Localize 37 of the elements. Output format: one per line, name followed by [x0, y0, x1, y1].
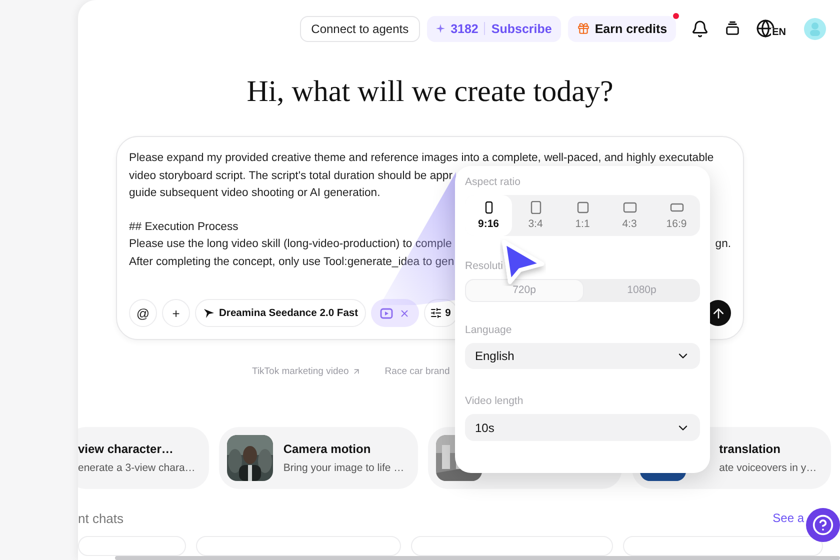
length-select[interactable]: 10s — [465, 414, 700, 441]
page-heading: Hi, what will we create today? — [246, 75, 614, 109]
prompt-text: Please expand my provided creative theme and reference images into a complete, well-paced, and highly executable — [129, 151, 714, 166]
card-title: translation — [719, 442, 782, 456]
model-button[interactable]: Dreamina Seedance 2.0 Fast — [195, 299, 366, 327]
aspect-ratio-option[interactable]: 16:9 — [653, 195, 700, 236]
mention-button[interactable]: @ — [129, 299, 157, 327]
section-label: Video length — [465, 395, 524, 408]
credits-pill[interactable]: 3182 Subscribe — [426, 16, 561, 42]
credits-count: 3182 — [450, 22, 478, 36]
see-all-link[interactable]: See a — [772, 511, 804, 526]
card-title: view character… — [78, 442, 174, 456]
prompt-text: guide subsequent video shooting or AI generation. — [129, 186, 380, 201]
section-label: Aspect ratio — [465, 176, 522, 188]
language-select[interactable]: English — [465, 342, 700, 370]
section-label: Language — [465, 324, 513, 336]
prompt-text: video storyboard script. The script's total duration should be appr — [129, 168, 452, 184]
template-card[interactable]: view character… enerate a 3-view chara… — [78, 427, 210, 489]
add-button[interactable]: + — [162, 299, 190, 327]
card-subtitle: ate voiceovers in y… — [719, 462, 817, 474]
section-title: nt chats — [78, 511, 124, 526]
earn-credits-button[interactable]: Earn credits — [568, 16, 676, 42]
prompt-text: After completing the concept, only use Tool:generate_idea to gen — [129, 254, 454, 270]
prompt-text: gn. — [715, 237, 731, 252]
aspect-ratio-option[interactable]: 1:1 — [559, 195, 606, 236]
prompt-text: ## Execution Process — [129, 220, 238, 234]
section-label: Resoluti — [465, 260, 504, 272]
card-title: Camera motion — [283, 442, 372, 456]
aspect-ratio-option[interactable]: 4:3 — [606, 195, 653, 236]
card-subtitle: Bring your image to life … — [283, 462, 404, 474]
connect-agents-button[interactable]: Connect to agents — [300, 16, 420, 42]
template-card[interactable]: Camera motion Bring your image to life … — [219, 427, 418, 489]
card-subtitle: enerate a 3-view chara… — [78, 462, 196, 474]
prompt-text: Please use the long video skill (long-video-production) to comple — [129, 237, 452, 252]
aspect-ratio-option[interactable]: 3:4 — [512, 195, 559, 236]
aspect-ratio-option[interactable]: 9:16 — [465, 195, 512, 236]
subscribe-link[interactable]: Subscribe — [491, 22, 552, 36]
